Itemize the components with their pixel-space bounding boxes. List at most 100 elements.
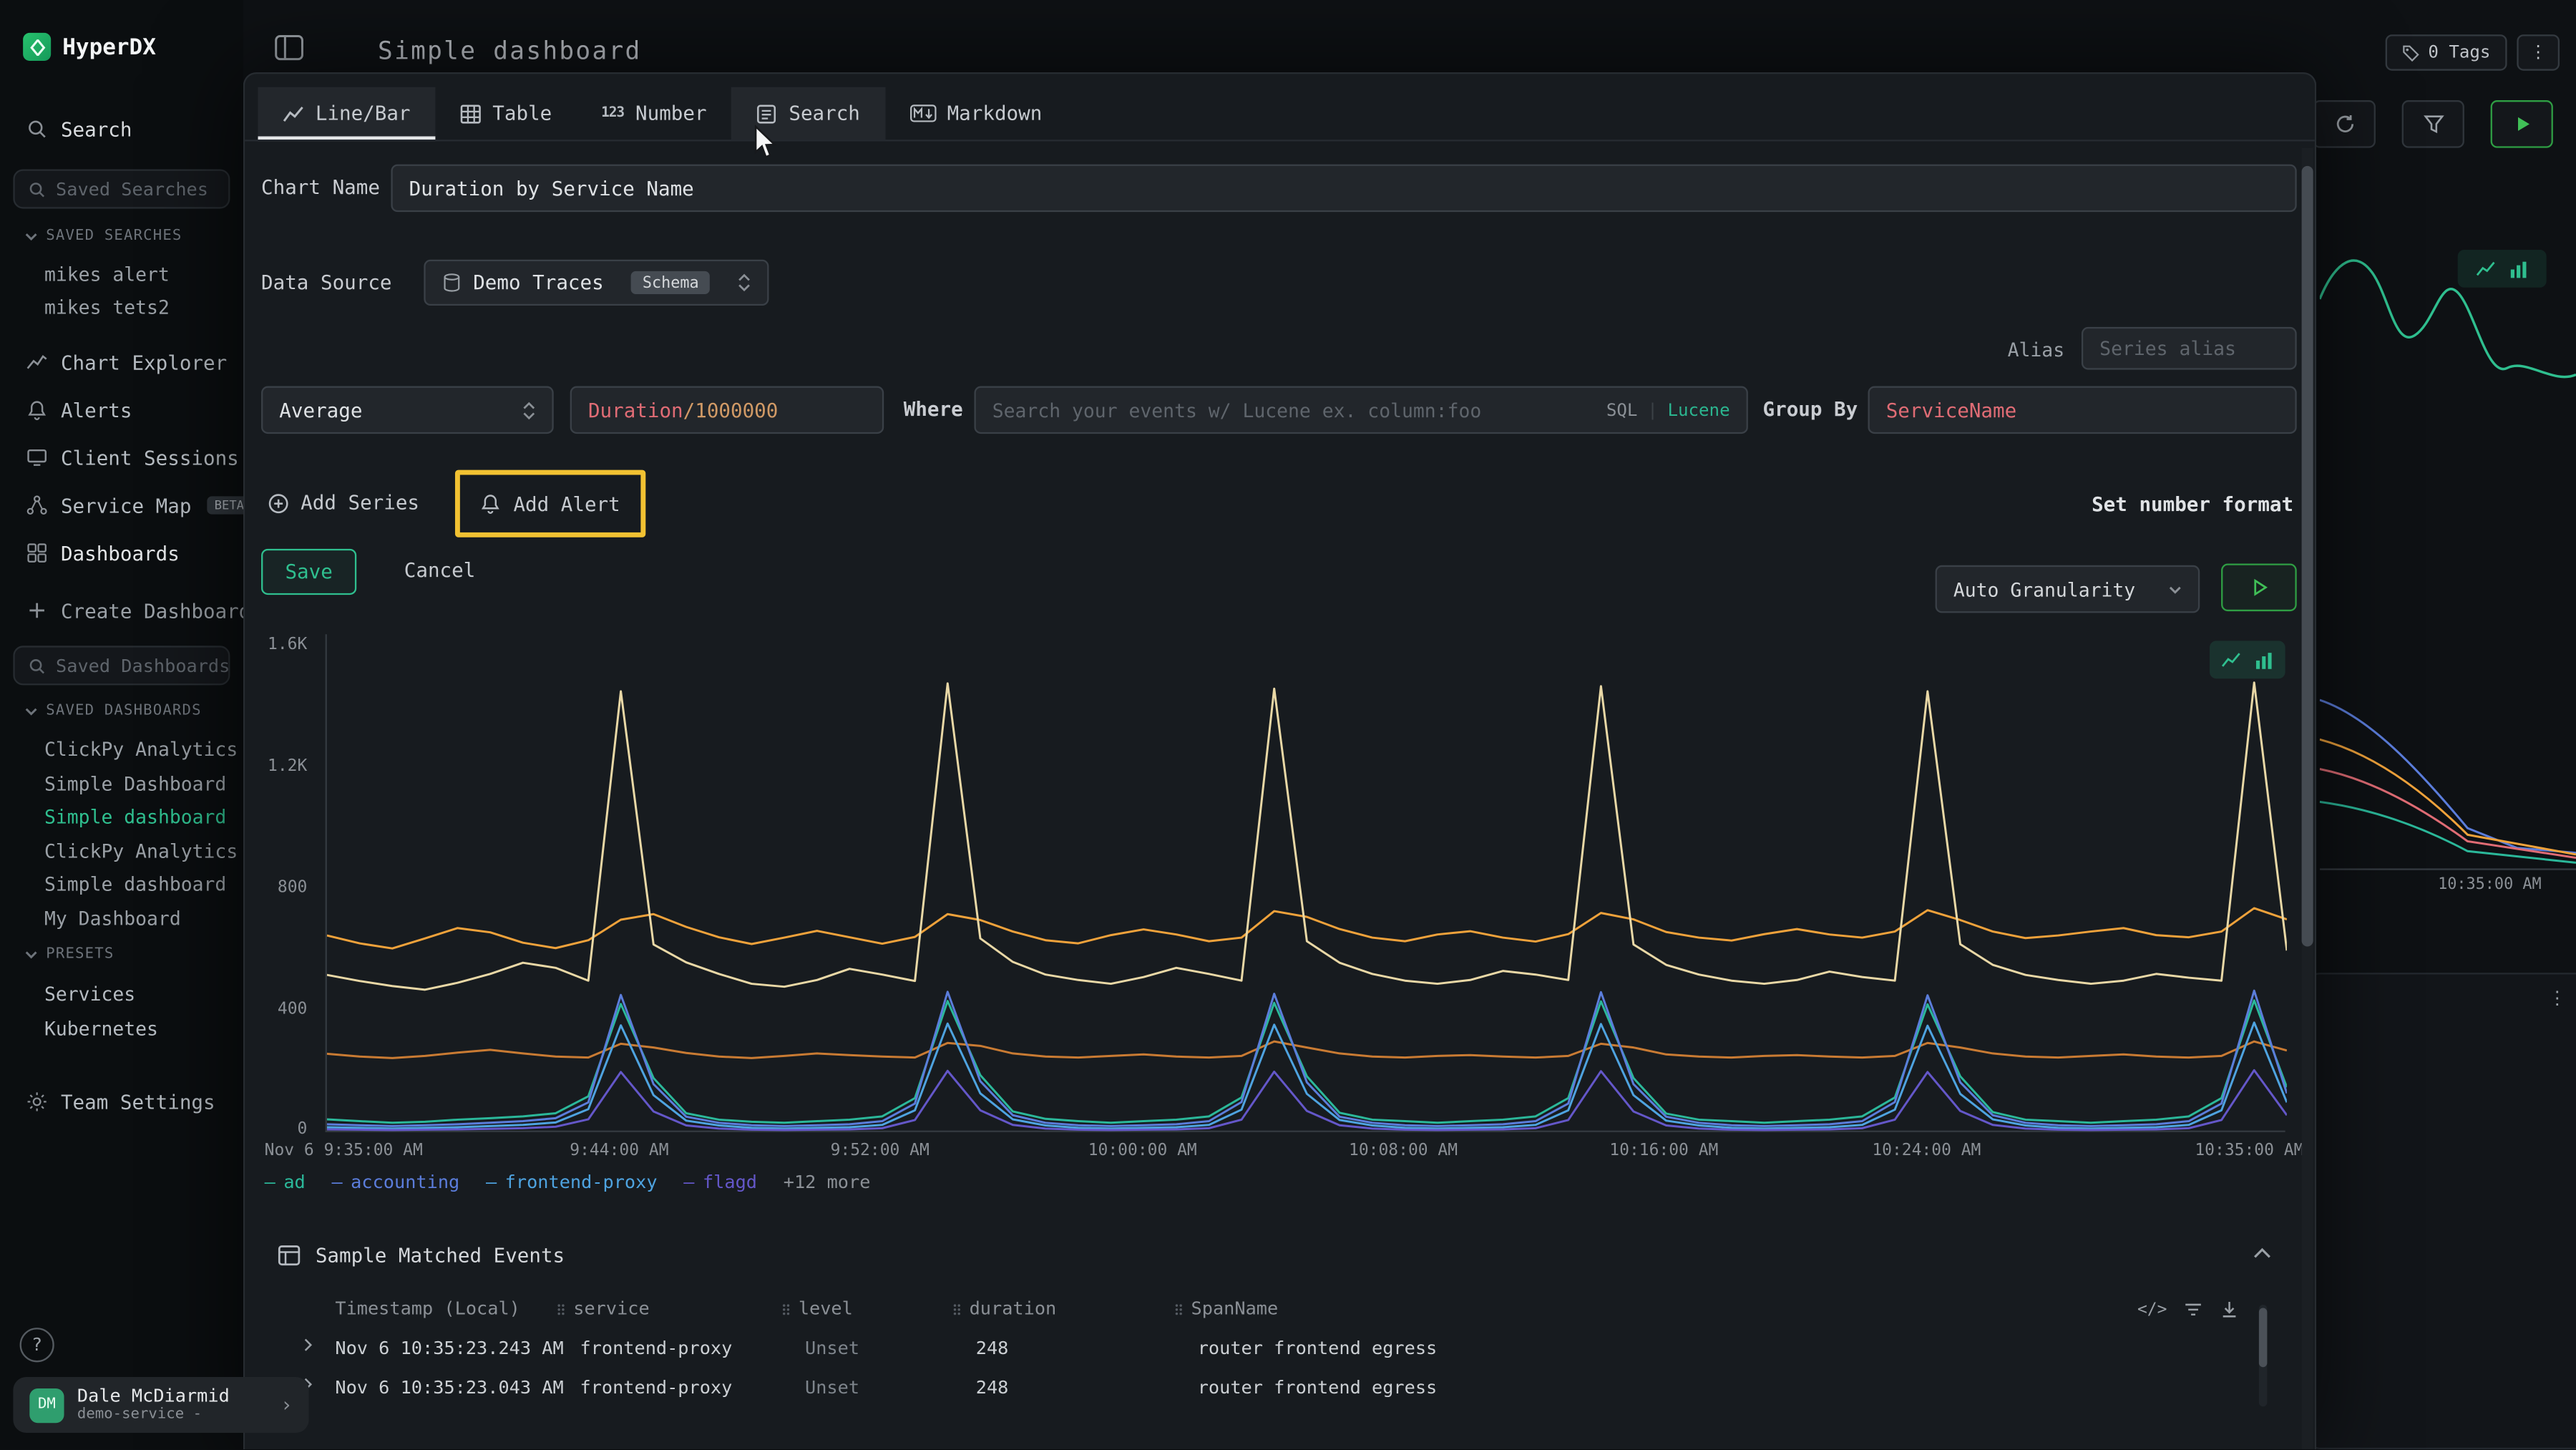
field-expression-input[interactable]: Duration/1000000 — [570, 386, 884, 434]
legend-item[interactable]: —frontend-proxy — [486, 1172, 658, 1193]
cell-duration: 248 — [976, 1377, 1009, 1398]
saved-dashboard-item[interactable]: My Dashboard — [0, 905, 243, 933]
run-query-button[interactable] — [2491, 100, 2553, 148]
y-axis: 1.6K 1.2K 800 400 0 — [245, 634, 318, 1132]
app-root: Simple dashboard 0 Tags ⋮ 10:35:00 AM ⋮ — [0, 0, 2576, 1449]
cancel-button[interactable]: Cancel — [404, 559, 476, 582]
expand-row-icon[interactable] — [304, 1338, 312, 1353]
legend-more[interactable]: +12 more — [784, 1172, 871, 1193]
saved-dashboards-search-input[interactable]: Saved Dashboards — [13, 646, 230, 685]
group-by-input[interactable]: ServiceName — [1868, 386, 2296, 434]
page-title: Simple dashboard — [378, 37, 641, 66]
sidebar-item-team-settings[interactable]: Team Settings — [0, 1086, 243, 1118]
aggregation-select[interactable]: Average — [261, 386, 554, 434]
run-chart-button[interactable] — [2221, 563, 2297, 611]
play-icon — [2250, 578, 2268, 596]
chevron-down-icon — [24, 705, 37, 718]
line-chart-icon — [283, 102, 304, 124]
legend-item[interactable]: —ad — [265, 1172, 306, 1193]
save-button[interactable]: Save — [261, 549, 356, 595]
saved-dashboard-item[interactable]: ClickPy Analytics — [0, 736, 243, 764]
saved-dashboard-item-active[interactable]: Simple dashboard — [0, 804, 243, 832]
saved-dashboard-item[interactable]: Simple dashboard — [0, 871, 243, 899]
tab-markdown[interactable]: Markdown — [884, 87, 1066, 140]
x-tick: 10:08:00 AM — [1349, 1142, 1458, 1160]
table-row[interactable]: Nov 6 10:35:23.043 AM frontend-proxy Uns… — [245, 1377, 2282, 1400]
modal-scrollbar-thumb[interactable] — [2302, 166, 2313, 947]
code-view-icon[interactable]: </> — [2137, 1300, 2167, 1318]
tab-search[interactable]: Search — [731, 87, 884, 140]
refresh-button[interactable] — [2313, 100, 2376, 148]
saved-searches-section-header[interactable]: SAVED SEARCHES — [0, 228, 182, 245]
filter-button[interactable] — [2402, 100, 2464, 148]
search-icon — [26, 118, 48, 140]
collapse-events-button[interactable] — [2253, 1247, 2279, 1274]
cell-timestamp: Nov 6 10:35:23.043 AM — [335, 1377, 563, 1398]
legend-item[interactable]: —flagd — [683, 1172, 757, 1193]
events-table-body: Nov 6 10:35:23.243 AM frontend-proxy Uns… — [245, 1334, 2282, 1400]
tags-button[interactable]: 0 Tags — [2386, 34, 2507, 71]
y-tick: 400 — [278, 1001, 307, 1018]
tab-number[interactable]: 123 Number — [577, 87, 731, 140]
sidebar-item-search[interactable]: Search — [0, 113, 243, 145]
monitor-icon — [26, 447, 48, 468]
y-tick: 1.2K — [268, 757, 307, 775]
plus-icon — [26, 600, 48, 621]
table-icon — [459, 102, 481, 124]
preset-item-kubernetes[interactable]: Kubernetes — [0, 1016, 243, 1043]
sidebar-item-chart-explorer[interactable]: Chart Explorer — [0, 346, 243, 378]
number-123-icon: 123 — [601, 105, 624, 122]
saved-search-item[interactable]: mikes tets2 — [0, 294, 243, 322]
tab-line-bar[interactable]: Line/Bar — [258, 87, 434, 140]
table-row[interactable]: Nov 6 10:35:23.243 AM frontend-proxy Uns… — [245, 1338, 2282, 1374]
cell-service: frontend-proxy — [580, 1338, 732, 1359]
preset-item-services[interactable]: Services — [0, 981, 243, 1009]
sidebar-item-client-sessions[interactable]: Client Sessions — [0, 442, 243, 474]
list-search-icon — [756, 102, 777, 124]
chevron-down-icon — [24, 230, 37, 243]
play-icon — [2511, 113, 2532, 135]
saved-dashboard-item[interactable]: Simple Dashboard — [0, 771, 243, 799]
panel-menu-icon[interactable]: ⋮ — [2548, 988, 2566, 1009]
saved-dashboards-section-header[interactable]: SAVED DASHBOARDS — [0, 704, 202, 720]
lucene-toggle[interactable]: Lucene — [1668, 400, 1730, 420]
tag-icon — [2402, 44, 2420, 62]
more-options-button[interactable]: ⋮ — [2517, 34, 2560, 71]
filter-rows-icon[interactable] — [2183, 1300, 2203, 1320]
x-tick: 10:35:00 AM — [2195, 1142, 2303, 1160]
alias-input[interactable]: Series alias — [2082, 327, 2297, 370]
column-header[interactable]: SpanName — [1175, 1298, 1279, 1320]
sidebar-toggle-icon[interactable] — [274, 34, 303, 61]
help-button[interactable]: ? — [20, 1328, 54, 1362]
where-input[interactable]: Search your events w/ Lucene ex. column:… — [974, 386, 1747, 434]
create-dashboard-button[interactable]: Create Dashboard — [0, 595, 243, 626]
sidebar-item-service-map[interactable]: Service Map BETA — [0, 490, 243, 521]
column-header[interactable]: duration — [953, 1298, 1057, 1320]
sidebar-item-dashboards[interactable]: Dashboards — [0, 537, 243, 569]
brand[interactable]: HyperDX — [23, 33, 156, 61]
set-number-format-button[interactable]: Set number format — [2092, 480, 2293, 529]
sidebar-item-alerts[interactable]: Alerts — [0, 394, 243, 426]
chevron-down-icon — [2169, 584, 2182, 594]
x-tick: 10:00:00 AM — [1088, 1142, 1197, 1160]
legend-item[interactable]: —accounting — [331, 1172, 459, 1193]
column-header[interactable]: service — [557, 1298, 649, 1320]
tab-table[interactable]: Table — [435, 87, 577, 140]
sql-toggle[interactable]: SQL — [1606, 400, 1638, 420]
column-header[interactable]: level — [782, 1298, 853, 1320]
line-chart[interactable] — [326, 634, 2285, 1132]
granularity-select[interactable]: Auto Granularity — [1936, 565, 2200, 613]
download-icon[interactable] — [2220, 1300, 2240, 1320]
presets-section-header[interactable]: PRESETS — [0, 946, 114, 963]
saved-search-item[interactable]: mikes alert — [0, 261, 243, 289]
saved-dashboard-item[interactable]: ClickPy Analytics — [0, 838, 243, 866]
tags-button-label: 0 Tags — [2428, 43, 2490, 63]
saved-searches-search-input[interactable]: Saved Searches — [13, 169, 230, 208]
chart-name-input[interactable]: Duration by Service Name — [391, 165, 2296, 213]
add-alert-button[interactable]: Add Alert — [481, 492, 620, 515]
table-scrollbar[interactable] — [2259, 1305, 2267, 1406]
data-source-select[interactable]: Demo Traces Schema — [424, 260, 769, 306]
add-series-button[interactable]: Add Series — [268, 491, 419, 514]
user-menu[interactable]: DM Dale McDiarmid demo-service - › — [13, 1377, 308, 1433]
column-header[interactable]: Timestamp (Local) — [335, 1298, 520, 1320]
